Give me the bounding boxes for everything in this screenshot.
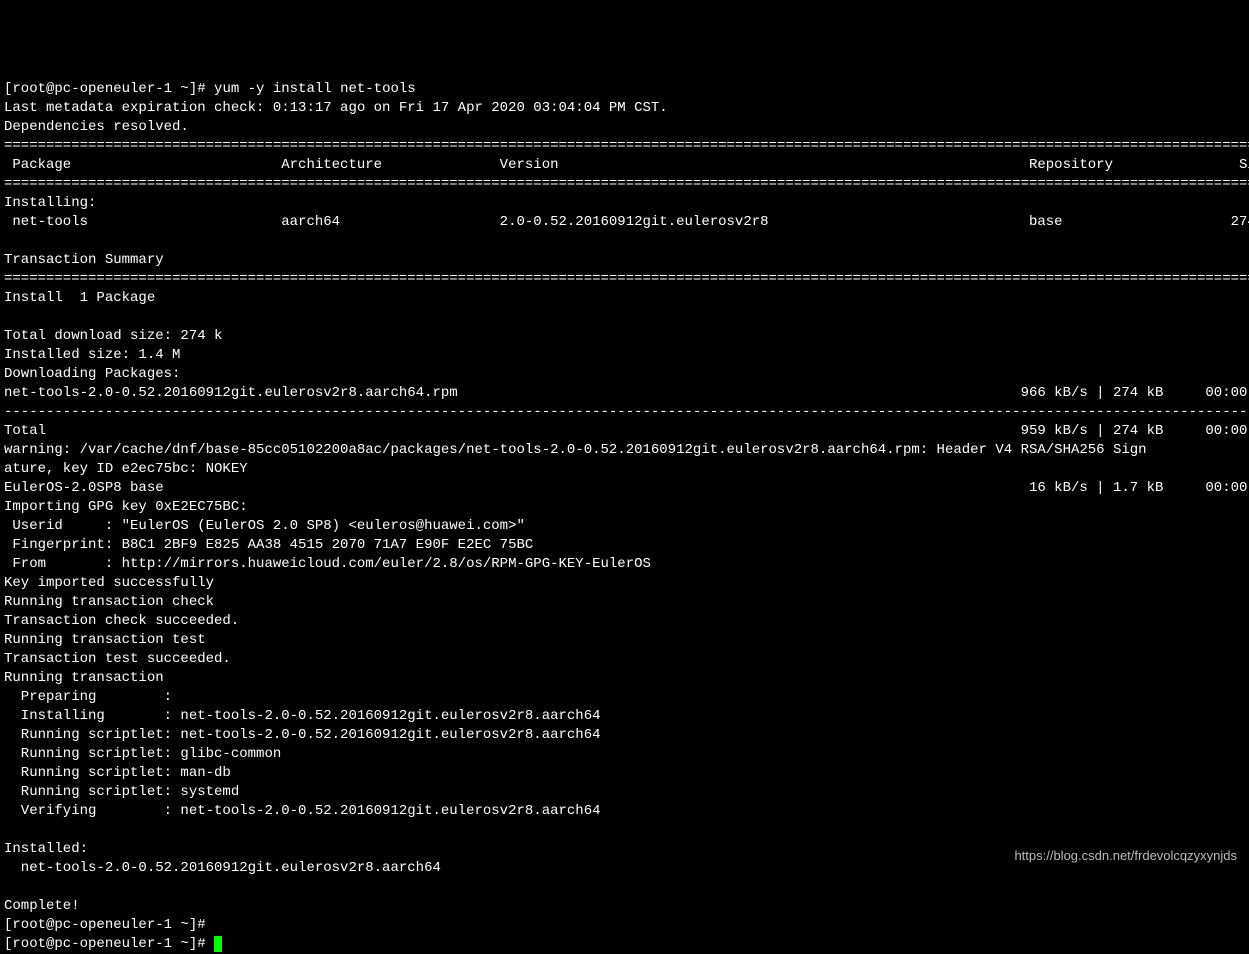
transaction-step: Installing : net-tools-2.0-0.52.20160912…: [4, 708, 1249, 724]
output-line: net-tools-2.0-0.52.20160912git.eulerosv2…: [4, 860, 441, 876]
output-line: Importing GPG key 0xE2EC75BC:: [4, 499, 248, 515]
shell-prompt[interactable]: [root@pc-openeuler-1 ~]#: [4, 917, 214, 933]
separator-line: ========================================…: [4, 271, 1249, 287]
output-line: Total download size: 274 k: [4, 328, 222, 344]
command-text: yum -y install net-tools: [214, 81, 416, 97]
warning-line: ature, key ID e2ec75bc: NOKEY: [4, 461, 248, 477]
output-line: Fingerprint: B8C1 2BF9 E825 AA38 4515 20…: [4, 537, 533, 553]
watermark-text: https://blog.csdn.net/frdevolcqzyxynjds: [1014, 846, 1237, 865]
output-line: Last metadata expiration check: 0:13:17 …: [4, 100, 668, 116]
section-label: Installing:: [4, 195, 96, 211]
transaction-step: Running scriptlet: systemd 1/1: [4, 784, 1249, 800]
output-line: Running transaction test: [4, 632, 206, 648]
shell-prompt[interactable]: [root@pc-openeuler-1 ~]#: [4, 81, 214, 97]
output-line: Install 1 Package: [4, 290, 155, 306]
cursor-icon: [214, 936, 222, 952]
section-label: Transaction Summary: [4, 252, 164, 268]
output-line: Transaction check succeeded.: [4, 613, 239, 629]
transaction-step: Running scriptlet: net-tools-2.0-0.52.20…: [4, 727, 1249, 743]
complete-label: Complete!: [4, 898, 80, 914]
output-line: From : http://mirrors.huaweicloud.com/eu…: [4, 556, 651, 572]
transaction-step: Verifying : net-tools-2.0-0.52.20160912g…: [4, 803, 1249, 819]
output-line: Userid : "EulerOS (EulerOS 2.0 SP8) <eul…: [4, 518, 525, 534]
warning-line: warning: /var/cache/dnf/base-85cc0510220…: [4, 442, 1147, 458]
separator-line: ========================================…: [4, 138, 1249, 154]
transaction-step: Running scriptlet: glibc-common 1/1: [4, 746, 1249, 762]
output-line: Running transaction: [4, 670, 164, 686]
download-row: net-tools-2.0-0.52.20160912git.eulerosv2…: [4, 385, 1249, 401]
separator-line: ========================================…: [4, 176, 1249, 192]
separator-line: ----------------------------------------…: [4, 404, 1249, 420]
output-line: Dependencies resolved.: [4, 119, 189, 135]
output-line: Key imported successfully: [4, 575, 214, 591]
transaction-step: Preparing : 1/1: [4, 689, 1249, 705]
table-header: Package Architecture Version Repository …: [4, 157, 1249, 173]
package-row: net-tools aarch64 2.0-0.52.20160912git.e…: [4, 214, 1249, 230]
output-line: Transaction test succeeded.: [4, 651, 231, 667]
shell-prompt[interactable]: [root@pc-openeuler-1 ~]#: [4, 936, 214, 952]
transaction-step: Running scriptlet: man-db 1/1: [4, 765, 1249, 781]
output-line: Running transaction check: [4, 594, 214, 610]
output-line: Downloading Packages:: [4, 366, 180, 382]
download-row: EulerOS-2.0SP8 base 16 kB/s | 1.7 kB 00:…: [4, 480, 1249, 496]
section-label: Installed:: [4, 841, 88, 857]
download-total: Total 959 kB/s | 274 kB 00:00: [4, 423, 1249, 439]
output-line: Installed size: 1.4 M: [4, 347, 180, 363]
